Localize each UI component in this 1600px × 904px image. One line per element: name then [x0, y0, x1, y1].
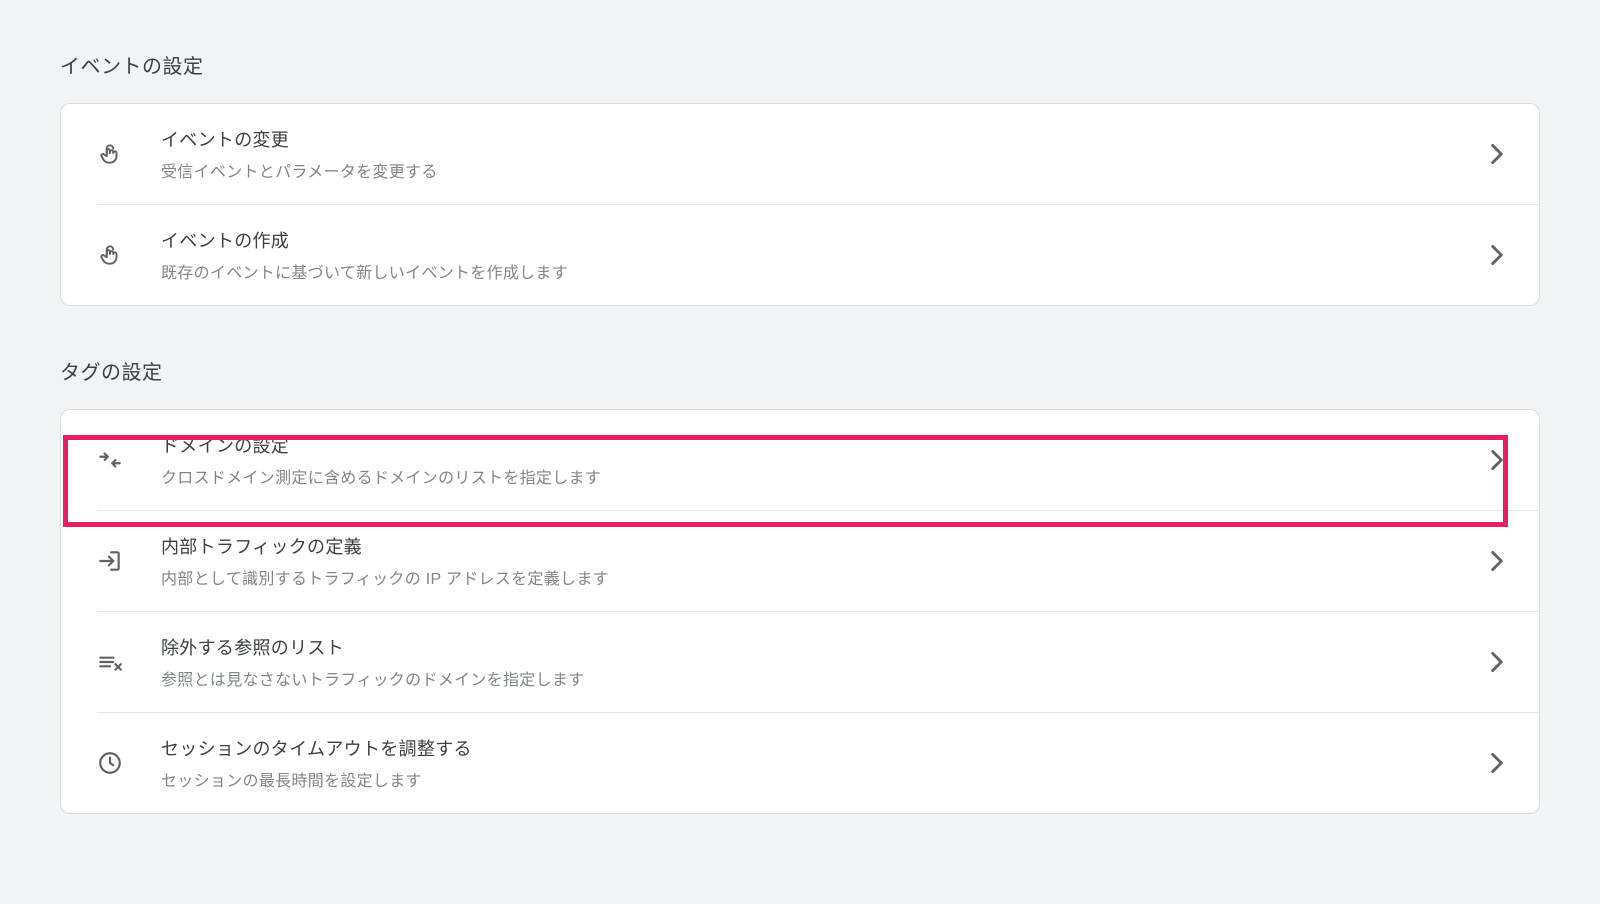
chevron-right-icon [1483, 551, 1511, 571]
row-desc: セッションの最長時間を設定します [161, 767, 1483, 791]
row-title: イベントの変更 [161, 126, 1483, 152]
touch-icon [97, 141, 161, 167]
touch-icon [97, 242, 161, 268]
row-desc: 内部として識別するトラフィックの IP アドレスを定義します [161, 565, 1483, 589]
row-title: 除外する参照のリスト [161, 634, 1483, 660]
clock-icon [97, 750, 161, 776]
event-settings-card: イベントの変更 受信イベントとパラメータを変更する イベントの作成 既存のイベン… [60, 103, 1540, 306]
tag-settings-card: ドメインの設定 クロスドメイン測定に含めるドメインのリストを指定します 内部トラ… [60, 409, 1540, 814]
exit-to-app-icon [97, 548, 161, 574]
row-event-create[interactable]: イベントの作成 既存のイベントに基づいて新しいイベントを作成します [97, 204, 1539, 305]
row-title: 内部トラフィックの定義 [161, 533, 1483, 559]
chevron-right-icon [1483, 450, 1511, 470]
row-desc: 受信イベントとパラメータを変更する [161, 158, 1483, 182]
row-desc: 参照とは見なさないトラフィックのドメインを指定します [161, 666, 1483, 690]
row-session-timeout[interactable]: セッションのタイムアウトを調整する セッションの最長時間を設定します [97, 712, 1539, 813]
section-title-event: イベントの設定 [60, 50, 1540, 79]
list-remove-icon [97, 649, 161, 675]
section-title-tag: タグの設定 [60, 356, 1540, 385]
chevron-right-icon [1483, 652, 1511, 672]
row-referral-exclusion[interactable]: 除外する参照のリスト 参照とは見なさないトラフィックのドメインを指定します [97, 611, 1539, 712]
row-domain-config[interactable]: ドメインの設定 クロスドメイン測定に含めるドメインのリストを指定します [97, 410, 1539, 510]
row-event-modify[interactable]: イベントの変更 受信イベントとパラメータを変更する [97, 104, 1539, 204]
row-title: ドメインの設定 [161, 432, 1483, 458]
chevron-right-icon [1483, 753, 1511, 773]
row-title: イベントの作成 [161, 227, 1483, 253]
chevron-right-icon [1483, 144, 1511, 164]
chevron-right-icon [1483, 245, 1511, 265]
row-desc: 既存のイベントに基づいて新しいイベントを作成します [161, 259, 1483, 283]
arrows-converge-icon [97, 447, 161, 473]
row-title: セッションのタイムアウトを調整する [161, 735, 1483, 761]
row-internal-traffic[interactable]: 内部トラフィックの定義 内部として識別するトラフィックの IP アドレスを定義し… [97, 510, 1539, 611]
row-desc: クロスドメイン測定に含めるドメインのリストを指定します [161, 464, 1483, 488]
